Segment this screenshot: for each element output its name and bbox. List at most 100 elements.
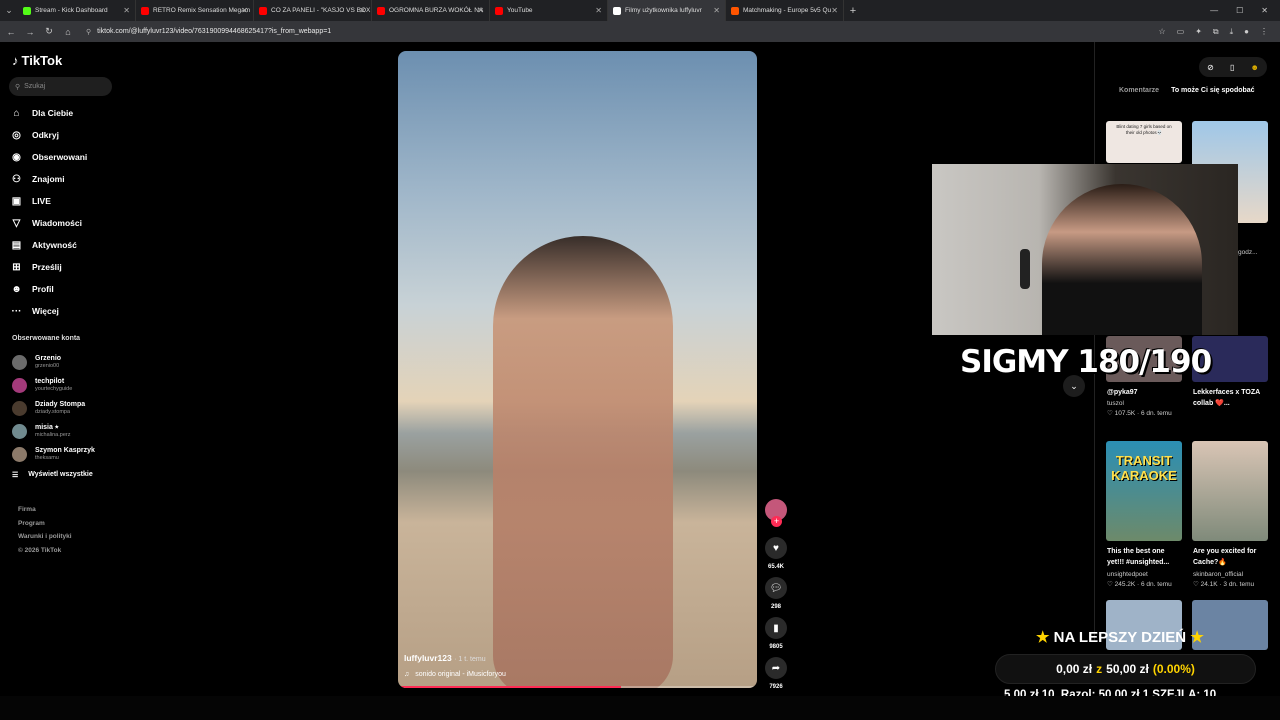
card-title[interactable]: This the best one yet!!! #unsighted... xyxy=(1107,546,1181,568)
reload-icon[interactable]: ↻ xyxy=(44,26,54,37)
tab-suggested[interactable]: To może Ci się spodobać xyxy=(1171,87,1255,94)
suggested-thumbnail[interactable]: TRANSIT KARAOKE xyxy=(1106,441,1182,541)
maximize-icon[interactable]: ☐ xyxy=(1236,6,1243,15)
tab-favicon-icon xyxy=(613,6,621,15)
account-handle: grzenio00 xyxy=(35,363,60,369)
sidebar-item-label: Znajomi xyxy=(32,174,65,184)
sidebar-item-profile[interactable]: ☻ Profil xyxy=(10,278,87,300)
tab-comments[interactable]: Komentarze xyxy=(1119,87,1159,94)
share-action[interactable]: ➦ 7926 xyxy=(765,657,787,690)
menu-dots-icon[interactable]: ⋮ xyxy=(1260,27,1268,37)
browser-tab[interactable]: CO ZA PANELI - "KASJO VS BOX ✕ xyxy=(254,0,372,21)
tab-search-icon[interactable]: ⌄ xyxy=(0,0,18,21)
tab-close-icon[interactable]: ✕ xyxy=(713,6,720,15)
sidebar-item-compass[interactable]: ◎ Odkryj xyxy=(10,124,87,146)
video-player[interactable]: luffyluvr123 · 1 t. temu ♫ sonido origin… xyxy=(398,51,757,688)
tab-favicon-icon xyxy=(141,6,149,15)
home-browser-icon[interactable]: ⌂ xyxy=(63,27,73,37)
video-sound[interactable]: ♫ sonido original - iMusicforyou xyxy=(404,671,506,678)
site-info-icon[interactable]: ⚲ xyxy=(86,28,91,36)
video-author[interactable]: luffyluvr123 · 1 t. temu xyxy=(404,653,486,663)
stream-overlay-counter: SIGMY 180/190 xyxy=(960,344,1212,380)
panel-divider xyxy=(1094,42,1095,642)
show-all-button[interactable]: ☰ Wyświetl wszystkie xyxy=(12,471,93,479)
sidebar-item-home[interactable]: ⌂ Dla Ciebie xyxy=(10,102,87,124)
sidebar-item-live[interactable]: ▣ LIVE xyxy=(10,190,87,212)
forward-icon[interactable]: → xyxy=(25,27,35,37)
tab-close-icon[interactable]: ✕ xyxy=(831,6,838,15)
tab-close-icon[interactable]: ✕ xyxy=(241,6,248,15)
user-avatar-icon[interactable]: ☻ xyxy=(1251,63,1259,72)
footer-link[interactable]: Program xyxy=(18,517,72,531)
tiktok-logo[interactable]: ♪ TikTok xyxy=(12,53,62,68)
browser-tab[interactable]: YouTube ✕ xyxy=(490,0,608,21)
card-title[interactable]: Are you excited for Cache?🔥 xyxy=(1193,546,1267,568)
comment-action[interactable]: 💬︎ 298 xyxy=(765,577,787,610)
new-tab-button[interactable]: + xyxy=(844,5,862,17)
follow-plus-icon[interactable]: + xyxy=(771,516,782,527)
sidebar-item-label: Dla Ciebie xyxy=(32,108,74,118)
tab-close-icon[interactable]: ✕ xyxy=(123,6,130,15)
bottom-strip xyxy=(0,696,1280,720)
account-handle: theksamu xyxy=(35,455,59,461)
bookmark-icon[interactable]: ▮ xyxy=(765,617,787,639)
sidebar-item-upload[interactable]: ⊞ Prześlij xyxy=(10,256,87,278)
extension-icon[interactable]: ▭ xyxy=(1177,27,1185,37)
minimize-icon[interactable]: — xyxy=(1210,6,1218,15)
followed-account[interactable]: Grzenio grzenio00 xyxy=(12,351,95,374)
sidebar-item-label: Więcej xyxy=(32,306,59,316)
close-window-icon[interactable]: ✕ xyxy=(1261,6,1268,15)
extensions-puzzle-icon[interactable]: ⧉ xyxy=(1213,27,1219,37)
chevron-down-icon[interactable]: ⌄ xyxy=(1063,375,1085,397)
avatar xyxy=(12,424,27,439)
save-action[interactable]: ▮ 9805 xyxy=(765,617,787,650)
sidebar-item-more[interactable]: ··· Więcej xyxy=(10,300,87,322)
browser-tab[interactable]: Matchmaking - Europe 5v5 Qu ✕ xyxy=(726,0,844,21)
search-input[interactable]: ⚲ Szukaj xyxy=(9,77,112,96)
browser-tab[interactable]: OGROMNA BURZA WOKÓŁ NA ✕ xyxy=(372,0,490,21)
card-title[interactable]: @pyka97 xyxy=(1107,387,1181,398)
heart-icon[interactable]: ♥ xyxy=(765,537,787,559)
browser-tab[interactable]: RETRO Remix Sensation Megam ✕ xyxy=(136,0,254,21)
footer-link[interactable]: Firma xyxy=(18,503,72,517)
card-author[interactable]: tuszol xyxy=(1107,399,1124,409)
show-all-label: Wyświetl wszystkie xyxy=(28,471,93,478)
sidebar-item-friends[interactable]: ⚇ Znajomi xyxy=(10,168,87,190)
tab-close-icon[interactable]: ✕ xyxy=(595,6,602,15)
followed-account[interactable]: misia ⭑ michalina.perz xyxy=(12,420,95,443)
tab-close-icon[interactable]: ✕ xyxy=(359,6,366,15)
sidebar-item-activity[interactable]: ▤ Aktywność xyxy=(10,234,87,256)
bookmark-star-icon[interactable]: ☆ xyxy=(1158,27,1165,37)
suggested-thumbnail[interactable]: Blint dating 7 girls based on their old … xyxy=(1106,121,1182,163)
card-author[interactable]: skinbaron_official xyxy=(1193,570,1243,580)
account-handle: yourtechyguide xyxy=(35,386,73,392)
video-progress-bar[interactable] xyxy=(398,686,757,688)
thumb-caption: Blint dating 7 girls based on their old … xyxy=(1116,124,1172,135)
url-field[interactable]: ⚲ tiktok.com/@luffyluvr123/video/7631900… xyxy=(86,28,331,36)
tab-close-icon[interactable]: ✕ xyxy=(477,6,484,15)
card-title[interactable]: Lekkerfaces x TOZA collab ❤️... xyxy=(1193,387,1267,409)
followed-account[interactable]: Dziady Stompa dziady.stompa xyxy=(12,397,95,420)
sidebar-item-label: Obserwowani xyxy=(32,152,88,162)
account-name: Szymon Kasprzyk xyxy=(35,447,95,454)
profile-avatar-icon[interactable]: ● xyxy=(1244,27,1249,37)
video-username[interactable]: luffyluvr123 xyxy=(404,653,452,663)
compass-icon[interactable]: ⊘ xyxy=(1207,63,1214,72)
followed-account[interactable]: Szymon Kasprzyk theksamu xyxy=(12,443,95,466)
card-author[interactable]: unsightedpoet xyxy=(1107,570,1148,580)
followed-account[interactable]: techpilot yourtechyguide xyxy=(12,374,95,397)
comment-icon[interactable]: 💬︎ xyxy=(765,577,787,599)
share-icon[interactable]: ➦ xyxy=(765,657,787,679)
creator-avatar[interactable]: + xyxy=(765,499,787,527)
phone-icon[interactable]: ▯ xyxy=(1230,63,1234,72)
browser-tab[interactable]: Filmy użytkownika luffyluvr ✕ xyxy=(608,0,726,21)
sidebar-item-messages[interactable]: ▽ Wiadomości xyxy=(10,212,87,234)
browser-tab[interactable]: Stream - Kick Dashboard ✕ xyxy=(18,0,136,21)
suggested-thumbnail[interactable] xyxy=(1192,441,1268,541)
download-icon[interactable]: ⤓ xyxy=(1230,27,1234,37)
like-action[interactable]: ♥ 65.4K xyxy=(765,537,787,570)
back-icon[interactable]: ← xyxy=(6,27,16,37)
sidebar-item-following[interactable]: ◉ Obserwowani xyxy=(10,146,87,168)
extension-icon[interactable]: ✦ xyxy=(1195,27,1202,37)
footer-link[interactable]: Warunki i polityki xyxy=(18,530,72,544)
